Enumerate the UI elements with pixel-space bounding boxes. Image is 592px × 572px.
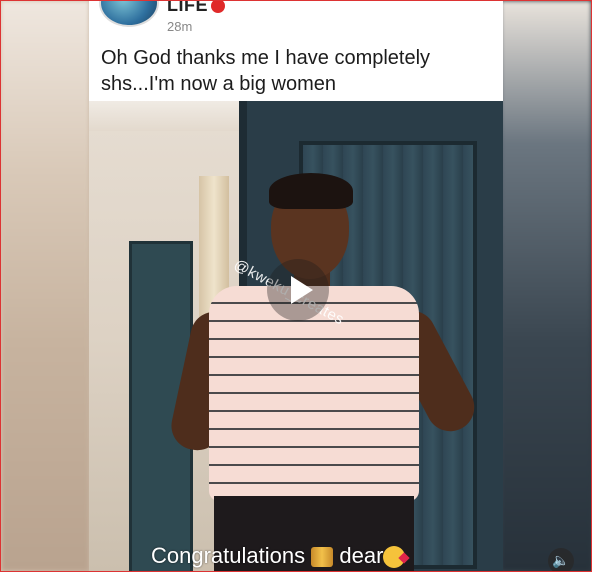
- heart-icon: [211, 1, 225, 14]
- post-caption: Oh God thanks me I have completely shs..…: [101, 47, 431, 95]
- kiss-face-icon: [383, 546, 406, 569]
- avatar[interactable]: [99, 1, 159, 27]
- volume-icon[interactable]: 🔈: [548, 548, 574, 571]
- person-hair: [269, 173, 353, 209]
- blurred-background-right: [501, 1, 591, 571]
- overlay-caption: Congratulations dear: [151, 543, 406, 569]
- post-header: LIFE 28m Oh God thanks me I have complet…: [89, 1, 503, 101]
- gift-icon: [311, 547, 334, 568]
- author-name[interactable]: LIFE: [167, 1, 225, 16]
- blurred-background-left: [1, 1, 89, 571]
- video-frame[interactable]: LIFE 28m Oh God thanks me I have complet…: [0, 0, 592, 572]
- striped-shirt: [209, 286, 419, 501]
- post-timestamp: 28m: [167, 19, 193, 34]
- play-icon[interactable]: [267, 259, 329, 321]
- post-photo: @kweku_creates: [89, 101, 503, 571]
